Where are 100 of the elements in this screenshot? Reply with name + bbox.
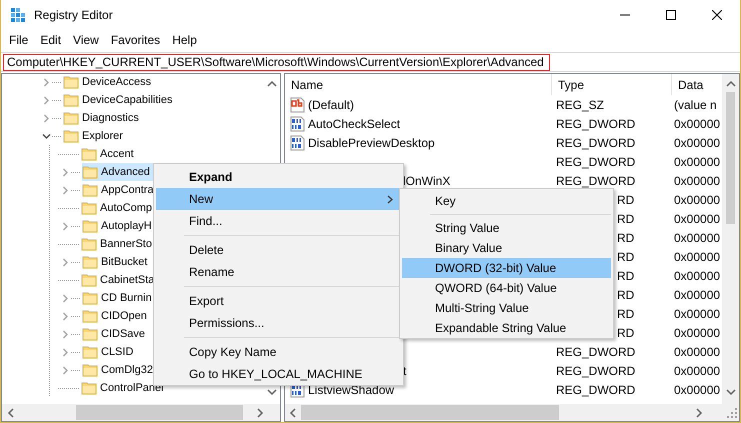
expand-chevron-icon[interactable]: [60, 330, 70, 338]
menu-item[interactable]: File: [3, 33, 34, 47]
value-data: 0x00000: [674, 192, 720, 206]
folder-icon: [81, 200, 97, 216]
folder-icon: [82, 182, 98, 198]
menu-item[interactable]: Key: [402, 191, 611, 211]
value-data: 0x00000: [674, 230, 720, 244]
value-data: 0x00000: [674, 364, 720, 378]
menu-item[interactable]: Edit: [34, 33, 68, 47]
tree-item[interactable]: BannerSto: [81, 235, 155, 253]
value-data: 0x00000: [674, 136, 720, 150]
expand-chevron-icon[interactable]: [60, 168, 70, 176]
expand-chevron-icon[interactable]: [42, 78, 50, 86]
column-header[interactable]: Type: [552, 74, 672, 95]
menu-item[interactable]: New: [156, 188, 401, 210]
folder-icon: [82, 308, 98, 324]
menu-item[interactable]: Expandable String Value: [402, 318, 611, 338]
menu-item[interactable]: Find...: [156, 210, 401, 232]
menu-item[interactable]: Copy Key Name: [156, 341, 401, 363]
menu-item[interactable]: Help: [166, 33, 203, 47]
tree-item[interactable]: Explorer: [63, 127, 126, 145]
menu-item[interactable]: Delete: [156, 239, 401, 261]
value-type: REG_DWORD: [556, 136, 636, 150]
value-data: 0x00000: [674, 154, 720, 168]
expand-chevron-icon[interactable]: [60, 294, 70, 302]
value-name: lOnWinX: [403, 174, 450, 188]
expand-chevron-icon[interactable]: [42, 96, 50, 104]
cubes-icon: [10, 7, 26, 23]
tree-item[interactable]: CabinetSta: [81, 271, 158, 289]
value-type: REG_DWORD: [556, 344, 636, 358]
value-type: REG_DWORD: [556, 364, 636, 378]
tree-item[interactable]: Advanced: [82, 163, 153, 181]
folder-icon: [82, 344, 98, 360]
value-type: RD: [617, 230, 634, 244]
tree-item[interactable]: CD Burnin: [82, 289, 155, 307]
tree-item[interactable]: AppContra: [82, 181, 157, 199]
tree-item[interactable]: DeviceAccess: [63, 74, 154, 91]
value-type: REG_DWORD: [556, 382, 636, 396]
value-data: 0x00000: [674, 268, 720, 282]
value-data: 0x00000: [674, 288, 720, 302]
value-type: RD: [617, 288, 634, 302]
tree-item[interactable]: CLSID: [82, 343, 136, 361]
tree-item[interactable]: CIDOpen: [82, 307, 150, 325]
tree-item[interactable]: Accent: [81, 145, 137, 163]
folder-icon: [81, 146, 97, 162]
value-data: 0x00000: [674, 250, 720, 264]
tree-item[interactable]: CIDSave: [82, 325, 148, 343]
value-type: REG_DWORD: [556, 174, 636, 188]
folder-icon: [82, 290, 98, 306]
value-type: RD: [617, 250, 634, 264]
value-type: RD: [617, 192, 634, 206]
menu-item[interactable]: Binary Value: [402, 238, 611, 258]
resize-grip-icon[interactable]: [727, 408, 737, 418]
scrollbar-thumb[interactable]: [301, 405, 559, 420]
tree-item[interactable]: AutoplayH: [82, 217, 155, 235]
menu-item[interactable]: Rename: [156, 261, 401, 283]
scrollbar-thumb[interactable]: [76, 405, 243, 420]
value-type: RD: [617, 212, 634, 226]
value-name: AutoCheckSelect: [308, 116, 400, 130]
column-header[interactable]: Data: [672, 74, 722, 95]
menu-item[interactable]: Expand: [156, 166, 401, 188]
menu-item[interactable]: Multi-String Value: [402, 298, 611, 318]
menu-item[interactable]: Permissions...: [156, 312, 401, 334]
tree-item[interactable]: BitBucket: [82, 253, 150, 271]
menu-item[interactable]: Favorites: [104, 33, 166, 47]
menu-item[interactable]: DWORD (32-bit) Value: [402, 258, 611, 278]
binary-value-icon: [289, 134, 305, 150]
expand-chevron-icon[interactable]: [60, 186, 70, 194]
value-data: (value n: [674, 98, 717, 112]
column-header[interactable]: Name: [285, 74, 552, 95]
tree-item[interactable]: AutoComp: [81, 199, 155, 217]
menu-item[interactable]: View: [67, 33, 105, 47]
folder-icon: [81, 380, 97, 396]
close-icon: [712, 10, 722, 20]
folder-icon: [63, 74, 79, 90]
value-type: RD: [617, 306, 634, 320]
value-data: 0x00000: [674, 344, 720, 358]
expand-chevron-icon[interactable]: [60, 222, 70, 230]
expand-chevron-icon[interactable]: [60, 348, 70, 356]
value-type: REG_DWORD: [556, 154, 636, 168]
expand-chevron-icon[interactable]: [60, 366, 70, 374]
value-data: 0x00000: [674, 326, 720, 340]
window-title: Registry Editor: [34, 8, 113, 22]
scrollbar-thumb[interactable]: [726, 92, 735, 224]
menu-item[interactable]: Export: [156, 290, 401, 312]
value-data: 0x00000: [674, 174, 720, 188]
folder-icon: [82, 362, 98, 378]
menu-item[interactable]: String Value: [402, 218, 611, 238]
value-type: REG_SZ: [556, 98, 604, 112]
expand-chevron-icon[interactable]: [60, 312, 70, 320]
tree-item[interactable]: Diagnostics: [63, 109, 142, 127]
folder-icon: [82, 164, 98, 180]
binary-value-icon: [289, 116, 305, 132]
tree-item[interactable]: ComDlg32: [82, 361, 156, 379]
folder-icon: [81, 236, 97, 252]
collapse-chevron-icon[interactable]: [42, 132, 50, 140]
tree-item[interactable]: DeviceCapabilities: [63, 91, 176, 109]
expand-chevron-icon[interactable]: [60, 258, 70, 266]
menu-item[interactable]: QWORD (64-bit) Value: [402, 278, 611, 298]
expand-chevron-icon[interactable]: [42, 114, 50, 122]
